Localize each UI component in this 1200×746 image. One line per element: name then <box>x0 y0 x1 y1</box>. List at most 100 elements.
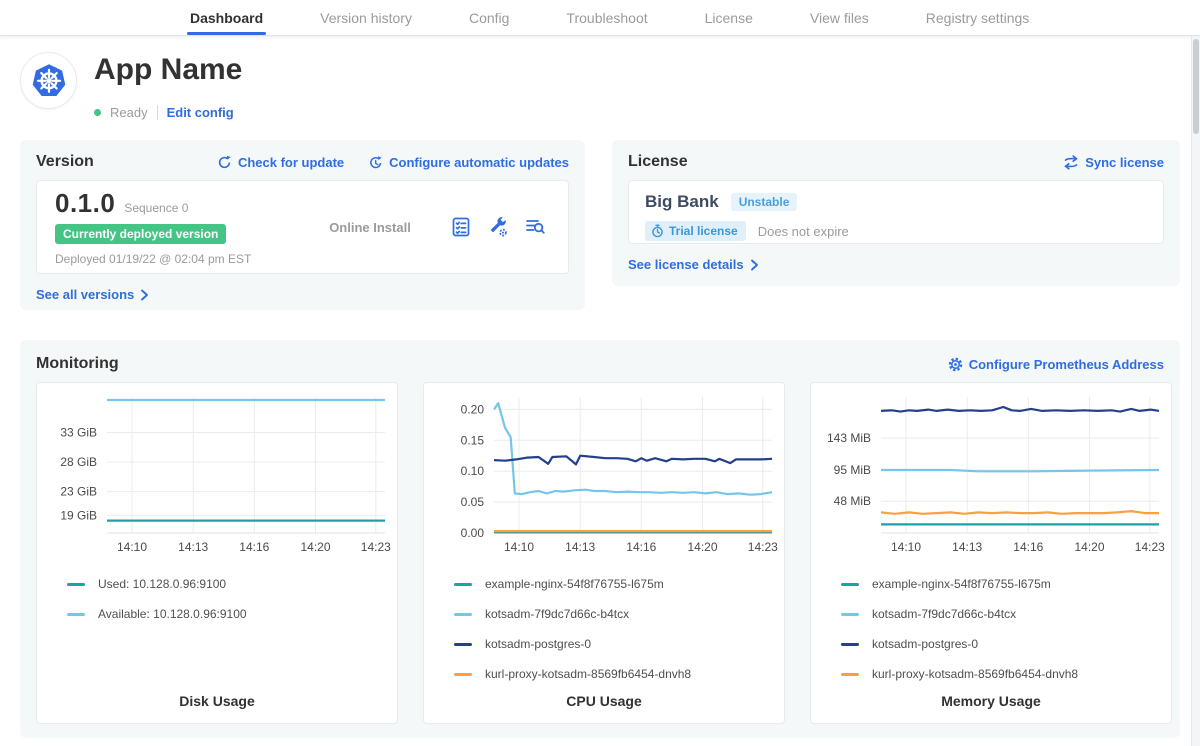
check-for-update-link[interactable]: Check for update <box>217 155 344 170</box>
chevron-right-icon <box>140 289 149 301</box>
svg-text:14:23: 14:23 <box>1135 540 1165 554</box>
license-panel: Big Bank Unstable Trial license Does not… <box>628 180 1164 244</box>
tab-dashboard[interactable]: Dashboard <box>190 0 263 35</box>
legend-item: kotsadm-7f9dc7d66c-b4tcx <box>841 607 1171 621</box>
disk-usage-legend: Used: 10.128.0.96:9100 Available: 10.128.… <box>67 577 397 621</box>
legend-swatch <box>841 583 859 586</box>
legend-swatch <box>454 613 472 616</box>
legend-swatch <box>67 613 85 616</box>
svg-text:95 MiB: 95 MiB <box>834 463 871 477</box>
deployed-timestamp: Deployed 01/19/22 @ 02:04 pm EST <box>55 252 290 266</box>
cpu-usage-legend: example-nginx-54f8f76755-l675m kotsadm-7f… <box>454 577 784 681</box>
legend-swatch <box>841 673 859 676</box>
svg-text:28 GiB: 28 GiB <box>60 455 97 469</box>
license-expiry: Does not expire <box>758 224 849 239</box>
svg-text:14:20: 14:20 <box>687 540 717 554</box>
tab-registry-settings[interactable]: Registry settings <box>926 0 1029 35</box>
license-name: Big Bank <box>645 192 719 212</box>
version-card-title: Version <box>36 153 94 171</box>
svg-text:14:10: 14:10 <box>117 540 147 554</box>
gear-icon <box>948 357 963 372</box>
preflight-checks-icon[interactable] <box>450 216 472 238</box>
svg-text:14:20: 14:20 <box>1074 540 1104 554</box>
version-card: Version Check for update <box>20 140 585 310</box>
svg-text:14:13: 14:13 <box>178 540 208 554</box>
edit-config-icon[interactable] <box>487 216 509 238</box>
edit-config-link[interactable]: Edit config <box>167 105 234 120</box>
legend-swatch <box>841 643 859 646</box>
see-all-versions-link[interactable]: See all versions <box>36 287 149 302</box>
sync-icon <box>1063 155 1079 170</box>
monitoring-card: Monitoring Configure Prometheus Address … <box>20 340 1180 738</box>
top-navigation: Dashboard Version history Config Trouble… <box>0 0 1200 36</box>
app-header: App Name Ready Edit config <box>20 52 242 120</box>
chart-title: CPU Usage <box>424 683 784 709</box>
app-logo <box>20 52 77 109</box>
memory-usage-chart-panel: 14:10 14:13 14:16 14:20 14:23 143 MiB 95 MiB 48… <box>810 382 1172 724</box>
legend-item: kotsadm-postgres-0 <box>454 637 784 651</box>
svg-text:0.20: 0.20 <box>461 402 485 416</box>
scrollbar-thumb[interactable] <box>1193 39 1199 134</box>
svg-text:48 MiB: 48 MiB <box>834 494 871 508</box>
install-type-label: Online Install <box>290 220 450 235</box>
legend-swatch <box>454 673 472 676</box>
svg-text:23 GiB: 23 GiB <box>60 485 97 499</box>
chart-title: Memory Usage <box>811 683 1171 709</box>
tab-config[interactable]: Config <box>469 0 509 35</box>
license-card-title: License <box>628 153 688 171</box>
refresh-icon <box>217 155 232 170</box>
legend-swatch <box>454 583 472 586</box>
svg-text:143 MiB: 143 MiB <box>827 431 871 445</box>
channel-badge: Unstable <box>731 193 798 211</box>
svg-text:14:16: 14:16 <box>626 540 656 554</box>
tab-version-history[interactable]: Version history <box>320 0 412 35</box>
page-title: App Name <box>94 55 242 85</box>
svg-text:14:10: 14:10 <box>891 540 921 554</box>
svg-text:14:16: 14:16 <box>1013 540 1043 554</box>
tab-view-files[interactable]: View files <box>810 0 869 35</box>
legend-label: kotsadm-7f9dc7d66c-b4tcx <box>872 607 1016 621</box>
svg-text:14:13: 14:13 <box>952 540 982 554</box>
tab-license[interactable]: License <box>705 0 753 35</box>
legend-item: example-nginx-54f8f76755-l675m <box>454 577 784 591</box>
svg-text:14:16: 14:16 <box>239 540 269 554</box>
legend-item: kotsadm-7f9dc7d66c-b4tcx <box>454 607 784 621</box>
deployed-badge: Currently deployed version <box>55 224 226 244</box>
chevron-right-icon <box>750 259 759 271</box>
vertical-scrollbar[interactable] <box>1191 36 1200 746</box>
legend-swatch <box>841 613 859 616</box>
chart-title: Disk Usage <box>37 683 397 709</box>
svg-text:0.15: 0.15 <box>461 433 485 447</box>
legend-item: Available: 10.128.0.96:9100 <box>67 607 397 621</box>
svg-text:14:13: 14:13 <box>565 540 595 554</box>
version-number: 0.1.0 <box>55 188 115 219</box>
configure-automatic-updates-link[interactable]: Configure automatic updates <box>368 155 569 170</box>
trial-license-badge: Trial license <box>645 221 746 241</box>
svg-text:0.05: 0.05 <box>461 495 485 509</box>
svg-text:14:10: 14:10 <box>504 540 534 554</box>
tab-troubleshoot[interactable]: Troubleshoot <box>566 0 647 35</box>
legend-label: kurl-proxy-kotsadm-8569fb6454-dnvh8 <box>485 667 691 681</box>
legend-item: Used: 10.128.0.96:9100 <box>67 577 397 591</box>
charts-row: 14:1014:1314:1614:2014:2333 GiB28 GiB23 … <box>36 382 1164 724</box>
legend-label: kotsadm-postgres-0 <box>485 637 591 651</box>
legend-label: Used: 10.128.0.96:9100 <box>98 577 226 591</box>
legend-label: kotsadm-postgres-0 <box>872 637 978 651</box>
see-license-details-link[interactable]: See license details <box>628 257 759 272</box>
configure-prometheus-link[interactable]: Configure Prometheus Address <box>948 357 1164 372</box>
svg-text:14:20: 14:20 <box>300 540 330 554</box>
memory-usage-legend: example-nginx-54f8f76755-l675mkotsadm-7f… <box>841 577 1171 681</box>
current-version-panel: 0.1.0 Sequence 0 Currently deployed vers… <box>36 180 569 274</box>
divider <box>157 105 158 120</box>
legend-item: kurl-proxy-kotsadm-8569fb6454-dnvh8 <box>841 667 1171 681</box>
monitoring-title: Monitoring <box>36 355 119 373</box>
disk-usage-chart: 14:1014:1314:1614:2014:2333 GiB28 GiB23 … <box>37 391 397 567</box>
legend-item: kurl-proxy-kotsadm-8569fb6454-dnvh8 <box>454 667 784 681</box>
legend-label: example-nginx-54f8f76755-l675m <box>485 577 664 591</box>
license-card: License Sync license Big Bank Unstable <box>612 140 1180 286</box>
legend-label: kurl-proxy-kotsadm-8569fb6454-dnvh8 <box>872 667 1078 681</box>
disk-usage-chart-panel: 14:1014:1314:1614:2014:2333 GiB28 GiB23 … <box>36 382 398 724</box>
stopwatch-icon <box>651 224 664 238</box>
view-logs-icon[interactable] <box>524 216 546 238</box>
sync-license-link[interactable]: Sync license <box>1063 155 1164 170</box>
